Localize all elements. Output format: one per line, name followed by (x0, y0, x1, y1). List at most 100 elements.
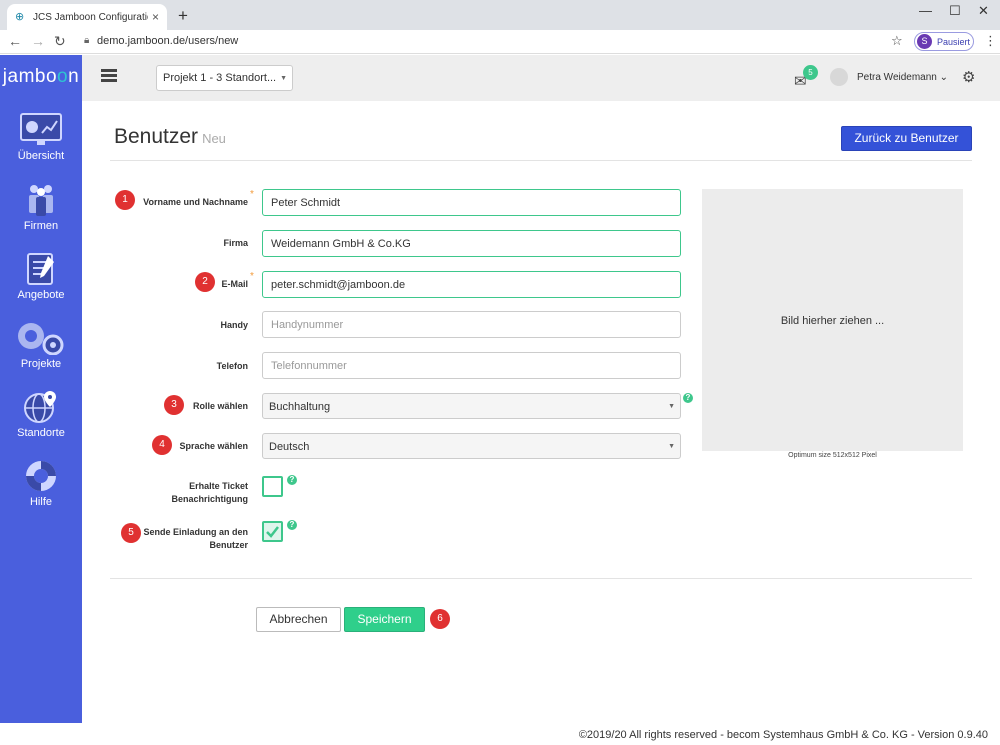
caret-down-icon: ▼ (668, 443, 675, 450)
jamboon-logo[interactable]: jamboon (0, 66, 82, 88)
browser-tab[interactable]: ⊕ JCS Jamboon Configuration Serv × (7, 4, 167, 30)
divider (110, 160, 972, 161)
logo-prefix: jamb (2, 66, 46, 87)
sidebar-item-label: Angebote (17, 289, 65, 301)
jamboon-favicon-icon: ⊕ (15, 11, 25, 23)
mobile-label: Handy (220, 320, 248, 330)
sidebar-item-label: Hilfe (29, 496, 52, 508)
phone-input[interactable]: Telefonnummer (262, 352, 681, 379)
required-marker: * (250, 189, 254, 200)
role-select-value: Buchhaltung (269, 401, 331, 413)
dropzone-hint: Optimum size 512x512 Pixel (788, 452, 877, 459)
gears-icon (18, 323, 64, 355)
sidebar-item-projekte[interactable]: Projekte (0, 321, 82, 370)
page-title-text: Benutzer (114, 125, 199, 148)
dropzone-text: Bild hierher ziehen ... (780, 315, 885, 327)
logo-o1: o (45, 66, 58, 87)
project-select[interactable]: Projekt 1 - 3 Standort... ▼ (156, 65, 293, 91)
image-dropzone[interactable]: Bild hierher ziehen ... (702, 189, 963, 451)
role-select[interactable]: Buchhaltung ▼ (262, 393, 681, 419)
chevron-down-icon: ⌄ (939, 72, 949, 83)
bookmark-star-icon[interactable]: ☆ (891, 33, 903, 49)
hamburger-menu-icon[interactable] (101, 69, 117, 83)
send-invite-help-icon[interactable]: ? (287, 520, 297, 530)
close-window-icon[interactable]: ✕ (978, 3, 989, 19)
forward-arrow-icon[interactable]: → (31, 33, 45, 49)
step-marker-6: 6 (430, 609, 450, 629)
new-tab-icon[interactable]: + (178, 6, 188, 26)
name-label: Vorname und Nachname (143, 197, 248, 207)
sidebar-item-firmen[interactable]: Firmen (0, 183, 82, 232)
user-menu[interactable]: Petra Weidemann ⌄ (857, 72, 948, 83)
reload-icon[interactable]: ↻ (54, 33, 66, 50)
people-icon (29, 185, 53, 216)
profile-status: Pausiert (937, 36, 971, 47)
email-label: E-Mail (221, 279, 248, 289)
address-bar: ← → ↻ 🔒︎ demo.jamboon.de/users/new ☆ S P… (0, 30, 1000, 54)
maximize-icon[interactable]: ☐ (949, 3, 961, 19)
user-avatar[interactable] (830, 68, 848, 86)
dashboard-icon (20, 113, 62, 145)
globe-pin-icon (24, 391, 56, 423)
document-icon (27, 253, 54, 285)
sidebar-item-uebersicht[interactable]: Übersicht (0, 113, 82, 162)
required-marker: * (250, 271, 254, 282)
send-invite-label-line1: Sende Einladung an den (143, 527, 248, 537)
divider (110, 578, 972, 579)
lock-icon: 🔒︎ (84, 35, 90, 46)
browser-menu-icon[interactable]: ⋮ (984, 33, 997, 49)
ticket-notify-label: Erhalte Ticket Benachrichtigung (108, 480, 248, 506)
send-invite-label-line2: Benutzer (209, 540, 248, 550)
sidebar-item-label: Standorte (17, 427, 65, 439)
language-select[interactable]: Deutsch ▼ (262, 433, 681, 459)
language-select-value: Deutsch (269, 441, 310, 453)
caret-down-icon: ▼ (280, 75, 287, 82)
phone-label: Telefon (216, 361, 248, 371)
sidebar-item-standorte[interactable]: Standorte (0, 390, 82, 439)
project-select-value: Projekt 1 - 3 Standort... (163, 72, 277, 84)
ticket-notify-help-icon[interactable]: ? (287, 475, 297, 485)
logo-suffix: n (68, 66, 80, 87)
logo-o2: o (57, 66, 69, 87)
sidebar-item-label: Firmen (23, 220, 59, 232)
minimize-icon[interactable]: — (919, 3, 932, 18)
tab-title: JCS Jamboon Configuration Serv (33, 11, 148, 23)
company-input[interactable]: Weidemann GmbH & Co.KG (262, 230, 681, 257)
checkmark-icon (266, 526, 279, 538)
sidebar-item-label: Übersicht (17, 150, 65, 162)
company-label: Firma (223, 238, 248, 248)
role-help-icon[interactable]: ? (683, 393, 693, 403)
url-field[interactable]: demo.jamboon.de/users/new (97, 35, 238, 47)
lifebuoy-icon (26, 461, 56, 491)
ticket-notify-label-line2: Benachrichtigung (171, 494, 248, 504)
back-to-users-button[interactable]: Zurück zu Benutzer (841, 126, 972, 151)
send-invite-checkbox[interactable] (262, 521, 283, 542)
profile-avatar: S (917, 34, 932, 49)
mobile-input[interactable]: Handynummer (262, 311, 681, 338)
cancel-button[interactable]: Abbrechen (256, 607, 341, 632)
profile-button[interactable]: S Pausiert (914, 32, 974, 51)
page-title: Benutzer Neu (114, 125, 226, 149)
language-label: Sprache wählen (179, 441, 248, 451)
mail-count-badge: 5 (803, 65, 818, 80)
email-input[interactable]: peter.schmidt@jamboon.de (262, 271, 681, 298)
send-invite-label: Sende Einladung an den Benutzer (108, 526, 248, 552)
name-input[interactable]: Peter Schmidt (262, 189, 681, 216)
browser-tab-bar: ⊕ JCS Jamboon Configuration Serv × + — ☐… (0, 0, 1000, 30)
caret-down-icon: ▼ (668, 403, 675, 410)
gear-icon[interactable]: ⚙ (962, 68, 975, 86)
footer: ©2019/20 All rights reserved - becom Sys… (82, 723, 1000, 745)
sidebar-item-hilfe[interactable]: Hilfe (0, 459, 82, 508)
sidebar-item-angebote[interactable]: Angebote (0, 252, 82, 301)
role-label: Rolle wählen (192, 401, 248, 411)
back-arrow-icon[interactable]: ← (8, 33, 22, 49)
page-subtitle: Neu (202, 131, 226, 146)
ticket-notify-label-line1: Erhalte Ticket (189, 481, 248, 491)
close-tab-icon[interactable]: × (152, 10, 159, 24)
ticket-notify-checkbox[interactable] (262, 476, 283, 497)
app-header: Projekt 1 - 3 Standort... ▼ ✉ 5 Petra We… (82, 55, 1000, 101)
sidebar-item-label: Projekte (20, 358, 62, 370)
footer-text: ©2019/20 All rights reserved - becom Sys… (578, 729, 988, 741)
user-name: Petra Weidemann (857, 72, 937, 83)
save-button[interactable]: Speichern (344, 607, 425, 632)
